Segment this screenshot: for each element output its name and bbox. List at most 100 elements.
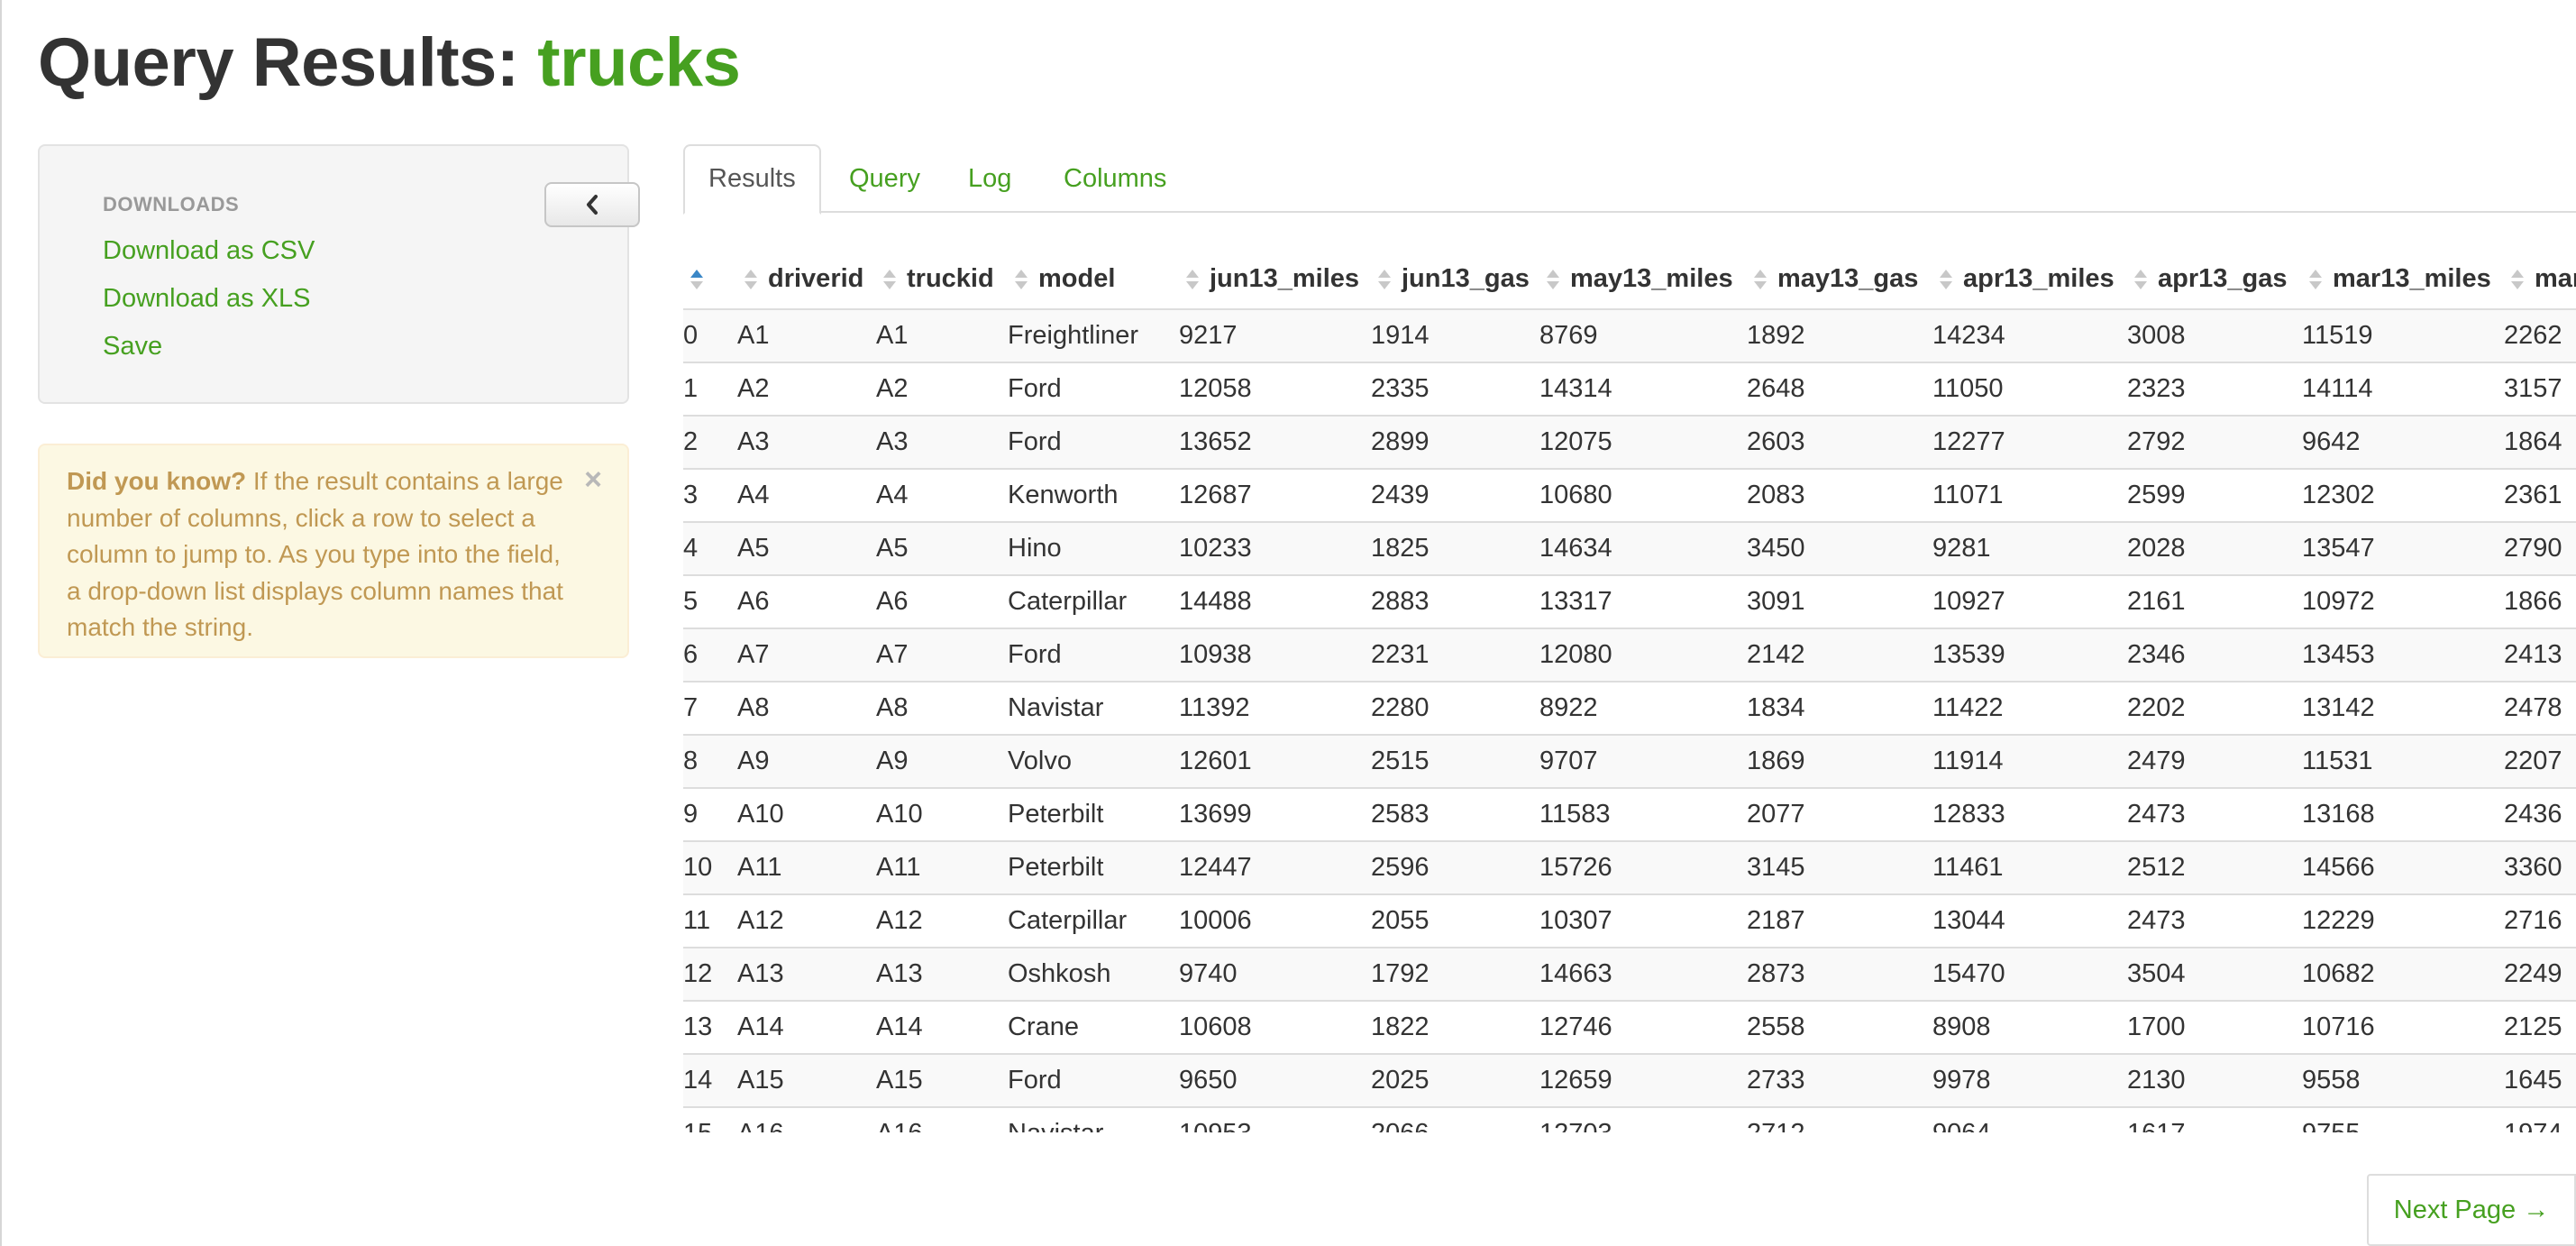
downloads-heading: DOWNLOADS — [103, 193, 240, 215]
table-cell: Navistar — [1008, 1106, 1179, 1132]
table-cell: Caterpillar — [1008, 574, 1179, 628]
table-cell: 14314 — [1539, 362, 1747, 416]
table-cell: 15470 — [1932, 947, 2127, 1001]
table-cell: 12302 — [2302, 468, 2504, 522]
table-cell: 2473 — [2127, 893, 2302, 948]
table-cell: 12746 — [1539, 1000, 1747, 1054]
table-cell: A15 — [876, 1053, 1008, 1107]
table-cell: A1 — [737, 308, 876, 362]
column-header-truckid[interactable]: truckid — [876, 249, 1008, 310]
table-row[interactable]: 1 A2 A2 Ford 12058 2335 14314 2648 11050 2323 1411… — [683, 362, 2576, 416]
table-row[interactable]: 4 A5 A5 Hino 10233 1825 14634 3450 9281 2028 13547… — [683, 521, 2576, 575]
table-cell: A2 — [737, 362, 876, 416]
table-cell: 2733 — [1747, 1053, 1932, 1107]
table-cell: Freightliner — [1008, 308, 1179, 362]
column-header-driverid[interactable]: driverid — [737, 249, 876, 310]
table-row[interactable]: 11 A12 A12 Caterpillar 10006 2055 10307 2187 130… — [683, 893, 2576, 948]
table-cell: 12075 — [1539, 415, 1747, 469]
table-cell: 9 — [683, 787, 737, 841]
table-cell: 8922 — [1539, 681, 1747, 735]
table-cell: 1645 — [2504, 1053, 2576, 1107]
table-cell: 2712 — [1747, 1106, 1932, 1132]
table-cell: 1822 — [1371, 1000, 1539, 1054]
table-cell: 2055 — [1371, 893, 1539, 948]
table-row[interactable]: 7 A8 A8 Navistar 11392 2280 8922 1834 11422 2202 1… — [683, 681, 2576, 735]
table-cell: 14234 — [1932, 308, 2127, 362]
close-icon[interactable]: × — [584, 462, 602, 499]
column-header-apr13_gas[interactable]: apr13_gas — [2127, 249, 2302, 310]
download-csv-link[interactable]: Download as CSV — [103, 236, 315, 266]
table-row[interactable]: 3 A4 A4 Kenworth 12687 2439 10680 2083 11071 2599… — [683, 468, 2576, 522]
next-page-button[interactable]: Next Page → — [2367, 1174, 2576, 1246]
table-cell: 2361 — [2504, 468, 2576, 522]
table-row[interactable]: 8 A9 A9 Volvo 12601 2515 9707 1869 11914 2479 1153… — [683, 734, 2576, 788]
table-cell: 13699 — [1179, 787, 1371, 841]
table-cell: Peterbilt — [1008, 840, 1179, 894]
column-header-index[interactable] — [683, 249, 737, 310]
table-cell: 10006 — [1179, 893, 1371, 948]
table-cell: 15 — [683, 1106, 737, 1132]
table-cell: 12601 — [1179, 734, 1371, 788]
table-cell: 2478 — [2504, 681, 2576, 735]
table-cell: Volvo — [1008, 734, 1179, 788]
sort-icon — [744, 269, 757, 289]
table-row[interactable]: 5 A6 A6 Caterpillar 14488 2883 13317 3091 10927 2… — [683, 574, 2576, 628]
table-cell: 2716 — [2504, 893, 2576, 948]
column-header-jun13_gas[interactable]: jun13_gas — [1371, 249, 1539, 310]
table-cell: 1892 — [1747, 308, 1932, 362]
table-cell: 15726 — [1539, 840, 1747, 894]
table-row[interactable]: 14 A15 A15 Ford 9650 2025 12659 2733 9978 2130 955… — [683, 1053, 2576, 1107]
table-cell: A15 — [737, 1053, 876, 1107]
table-cell: 13652 — [1179, 415, 1371, 469]
column-header-mar13_miles[interactable]: mar13_miles — [2302, 249, 2504, 310]
table-cell: 2066 — [1371, 1106, 1539, 1132]
table-cell: 11519 — [2302, 308, 2504, 362]
table-row[interactable]: 0 A1 A1 Freightliner 9217 1914 8769 1892 14234 30… — [683, 308, 2576, 362]
column-header-may13_gas[interactable]: may13_gas — [1747, 249, 1932, 310]
results-table-container[interactable]: driverid truckid model jun13_miles jun13_gas… — [683, 249, 2576, 1132]
table-row[interactable]: 15A16A16Navistar109532066127032712906416… — [683, 1106, 2576, 1132]
table-cell: 10972 — [2302, 574, 2504, 628]
table-cell: A3 — [737, 415, 876, 469]
table-cell: 9642 — [2302, 415, 2504, 469]
tab-results[interactable]: Results — [683, 144, 821, 215]
tab-query[interactable]: Query — [826, 144, 944, 213]
table-cell: 10927 — [1932, 574, 2127, 628]
table-row[interactable]: 9 A10 A10 Peterbilt 13699 2583 11583 2077 12833 2… — [683, 787, 2576, 841]
column-header-jun13_miles[interactable]: jun13_miles — [1179, 249, 1371, 310]
download-xls-link[interactable]: Download as XLS — [103, 284, 311, 314]
table-row[interactable]: 12 A13 A13 Oshkosh 9740 1792 14663 2873 15470 350… — [683, 947, 2576, 1001]
table-cell: 12447 — [1179, 840, 1371, 894]
table-cell: 0 — [683, 308, 737, 362]
table-cell: 12229 — [2302, 893, 2504, 948]
tab-columns[interactable]: Columns — [1040, 144, 1190, 213]
sort-icon — [2134, 269, 2147, 289]
table-cell: A11 — [876, 840, 1008, 894]
table-cell: Peterbilt — [1008, 787, 1179, 841]
column-header-may13_miles[interactable]: may13_miles — [1539, 249, 1747, 310]
table-cell: Caterpillar — [1008, 893, 1179, 948]
column-header-mar13_gas[interactable]: mar13_gas — [2504, 249, 2576, 310]
table-cell: 2025 — [1371, 1053, 1539, 1107]
column-header-apr13_miles[interactable]: apr13_miles — [1932, 249, 2127, 310]
tab-log[interactable]: Log — [945, 144, 1035, 213]
column-header-label: mar13_miles — [2333, 263, 2491, 293]
save-link[interactable]: Save — [103, 332, 162, 362]
table-cell: 2473 — [2127, 787, 2302, 841]
table-row[interactable]: 2 A3 A3 Ford 13652 2899 12075 2603 12277 2792 9642… — [683, 415, 2576, 469]
table-cell: 11071 — [1932, 468, 2127, 522]
column-header-model[interactable]: model — [1008, 249, 1179, 310]
collapse-sidebar-button[interactable] — [544, 182, 640, 227]
table-row[interactable]: 6 A7 A7 Ford 10938 2231 12080 2142 13539 2346 1345… — [683, 628, 2576, 682]
column-header-label: apr13_gas — [2158, 263, 2288, 293]
table-cell: 3008 — [2127, 308, 2302, 362]
table-cell: 10682 — [2302, 947, 2504, 1001]
table-cell: Crane — [1008, 1000, 1179, 1054]
table-cell: 11050 — [1932, 362, 2127, 416]
table-cell: 2436 — [2504, 787, 2576, 841]
table-cell: 12 — [683, 947, 737, 1001]
table-row[interactable]: 13 A14 A14 Crane 10608 1822 12746 2558 8908 1700 1… — [683, 1000, 2576, 1054]
table-row[interactable]: 10 A11 A11 Peterbilt 12447 2596 15726 3145 11461… — [683, 840, 2576, 894]
table-cell: 11461 — [1932, 840, 2127, 894]
table-cell: 2648 — [1747, 362, 1932, 416]
